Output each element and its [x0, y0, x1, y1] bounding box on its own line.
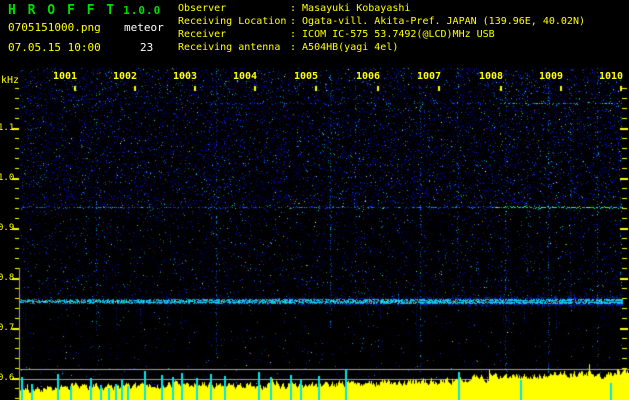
- colon: :: [290, 3, 297, 14]
- info-value: Masayuki Kobayashi: [302, 3, 411, 14]
- time-tick-label: 1010: [598, 71, 624, 82]
- info-row-location: Receiving Location: Ogata-vill. Akita-Pre…: [178, 15, 585, 28]
- info-label: Receiving antenna: [178, 42, 281, 53]
- echo-count: 23: [140, 41, 154, 54]
- time-tick-label: 1008: [478, 71, 504, 82]
- info-row-observer: Observer: Masayuki Kobayashi: [178, 2, 585, 15]
- freq-tick-label: 0.6: [0, 373, 15, 383]
- time-tick-label: 1003: [172, 71, 198, 82]
- freq-tick-label: 1.1: [0, 123, 15, 133]
- time-tick-label: 1001: [52, 71, 78, 82]
- time-tick-label: 1007: [416, 71, 442, 82]
- info-label: Receiver: [178, 29, 227, 40]
- app-title: H R O F F T 1.0.0: [8, 3, 161, 18]
- app-title-text: H R O F F T: [8, 3, 117, 18]
- info-label: Receiving Location: [178, 16, 287, 27]
- freq-tick-label: 0.9: [0, 223, 15, 233]
- hrofft-screen: H R O F F T 1.0.0 0705151000.png meteor 0…: [0, 0, 629, 400]
- time-tick-label: 1002: [112, 71, 138, 82]
- info-label: Observer: [178, 3, 227, 14]
- spectrogram-canvas: [0, 0, 629, 400]
- info-row-receiver: Receiver: ICOM IC-575 53.7492(@LCD)MHz US…: [178, 28, 585, 41]
- colon: :: [290, 29, 297, 40]
- info-value: A504HB(yagi 4el): [302, 42, 399, 53]
- time-tick-label: 1005: [293, 71, 319, 82]
- observation-datetime: 07.05.15 10:00: [8, 41, 101, 54]
- freq-axis-unit: kHz: [1, 75, 20, 86]
- info-row-antenna: Receiving antenna: A504HB(yagi 4el): [178, 41, 585, 54]
- info-value: Ogata-vill. Akita-Pref. JAPAN (139.96E, …: [302, 16, 585, 27]
- output-filename: 0705151000.png: [8, 21, 101, 34]
- colon: :: [290, 42, 297, 53]
- info-value: ICOM IC-575 53.7492(@LCD)MHz USB: [302, 29, 495, 40]
- freq-tick-label: 1.0: [0, 173, 15, 183]
- time-tick-label: 1009: [538, 71, 564, 82]
- freq-tick-label: 0.7: [0, 323, 15, 333]
- time-tick-label: 1006: [355, 71, 381, 82]
- time-tick-label: 1004: [232, 71, 258, 82]
- station-info: Observer: Masayuki Kobayashi Receiving Lo…: [178, 2, 585, 54]
- colon: :: [290, 16, 297, 27]
- app-version: 1.0.0: [123, 4, 162, 17]
- mode-label: meteor: [124, 21, 164, 34]
- freq-tick-label: 0.8: [0, 273, 15, 283]
